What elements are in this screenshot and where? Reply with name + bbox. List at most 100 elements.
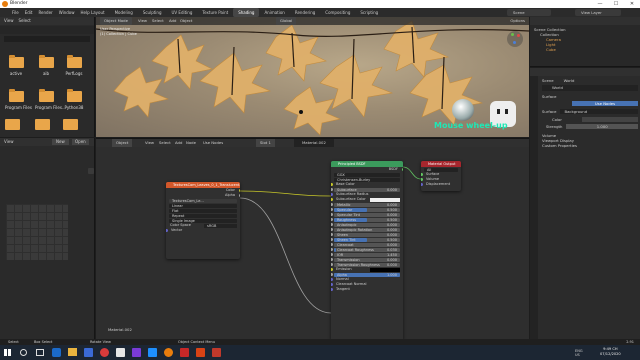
tab-layout[interactable]: Layout bbox=[86, 8, 110, 17]
edge-icon[interactable] bbox=[52, 348, 61, 357]
bsdf-input-socket[interactable] bbox=[331, 213, 333, 216]
props-tabs[interactable] bbox=[530, 76, 538, 340]
bsdf-input-socket[interactable] bbox=[331, 243, 333, 246]
bsdf-value-slider[interactable]: Specular 0.500 bbox=[334, 207, 400, 212]
bsdf-value-slider[interactable]: Sheen Tint 0.500 bbox=[334, 237, 400, 242]
bsdf-input-socket[interactable] bbox=[331, 273, 333, 276]
menu-edit[interactable]: Edit bbox=[25, 8, 33, 17]
panel-custom-properties[interactable]: Custom Properties bbox=[542, 143, 638, 148]
bsdf-value-slider[interactable]: Clearcoat Roughness 0.030 bbox=[334, 247, 400, 252]
bsdf-input-socket[interactable] bbox=[331, 248, 333, 251]
bsdf-input-socket[interactable] bbox=[331, 208, 333, 211]
close-button[interactable]: ✕ bbox=[624, 0, 640, 8]
windows-start-icon[interactable] bbox=[4, 349, 11, 356]
y-axis-icon[interactable] bbox=[511, 33, 514, 36]
fb-view-menu[interactable]: View bbox=[4, 17, 14, 25]
tab-uv-editing[interactable]: UV Editing bbox=[167, 8, 198, 17]
transform-orientation[interactable]: Global bbox=[276, 17, 297, 25]
app-icon[interactable] bbox=[196, 348, 205, 357]
bsdf-value-slider[interactable]: Transmission Roughness 0.000 bbox=[334, 262, 400, 267]
bsdf-input-socket[interactable] bbox=[331, 223, 333, 226]
3d-viewport[interactable]: Object Mode View Select Add Object Globa… bbox=[96, 17, 529, 137]
fb-path-bar[interactable] bbox=[4, 36, 90, 42]
app-icon[interactable] bbox=[116, 348, 125, 357]
language-indicator[interactable]: ENG US bbox=[575, 349, 583, 357]
alpha-output-socket[interactable] bbox=[238, 194, 240, 197]
app-icon[interactable] bbox=[212, 348, 221, 357]
navigation-gizmo[interactable] bbox=[507, 31, 523, 47]
color-swatch[interactable] bbox=[370, 267, 400, 272]
use-nodes-button[interactable]: Use Nodes bbox=[572, 101, 638, 106]
interpolation-select[interactable]: Linear bbox=[169, 203, 237, 208]
app-icon[interactable] bbox=[180, 348, 189, 357]
bsdf-input-socket[interactable] bbox=[331, 263, 333, 266]
color-output-socket[interactable] bbox=[238, 189, 240, 192]
menu-render[interactable]: Render bbox=[38, 8, 52, 17]
app-icon[interactable] bbox=[148, 348, 157, 357]
bsdf-output-socket[interactable] bbox=[401, 168, 403, 171]
material-output-node[interactable]: Material Output All Surface Volume Displ… bbox=[421, 161, 461, 191]
world-datablock[interactable]: World bbox=[542, 85, 638, 91]
folder-item[interactable]: PerfLogs bbox=[63, 55, 85, 81]
bsdf-value-slider[interactable]: Sheen 0.000 bbox=[334, 232, 400, 237]
bsdf-input-socket[interactable] bbox=[331, 238, 333, 241]
image-canvas[interactable] bbox=[6, 204, 68, 260]
bsdf-value-slider[interactable]: Roughness 0.500 bbox=[334, 217, 400, 222]
projection-select[interactable]: Flat bbox=[169, 208, 237, 213]
surface-input-socket[interactable] bbox=[421, 173, 423, 176]
surface-shader-field[interactable]: Background bbox=[560, 109, 638, 114]
sss-method-select[interactable]: Christensen-Burley bbox=[334, 177, 400, 182]
bsdf-input-socket[interactable] bbox=[331, 278, 333, 281]
explorer-icon[interactable] bbox=[68, 348, 77, 356]
search-icon[interactable] bbox=[20, 349, 27, 356]
x-axis-icon[interactable] bbox=[517, 34, 520, 37]
vp-view-menu[interactable]: View bbox=[138, 17, 147, 25]
bsdf-input-socket[interactable] bbox=[331, 253, 333, 256]
ie-new-button[interactable]: New bbox=[52, 139, 69, 145]
strength-field[interactable]: 1.000 bbox=[566, 124, 638, 129]
bsdf-input-socket[interactable] bbox=[331, 193, 333, 196]
tab-scripting[interactable]: Scripting bbox=[355, 8, 383, 17]
bsdf-value-slider[interactable]: Transmission 0.000 bbox=[334, 257, 400, 262]
folder-item[interactable]: active bbox=[5, 55, 27, 81]
menu-file[interactable]: File bbox=[12, 8, 19, 17]
bsdf-value-slider[interactable]: Subsurface 0.000 bbox=[334, 187, 400, 192]
vp-object-menu[interactable]: Object bbox=[180, 17, 192, 25]
displacement-input-socket[interactable] bbox=[421, 183, 423, 186]
chrome-icon[interactable] bbox=[100, 348, 109, 357]
vp-options[interactable]: Options bbox=[510, 17, 525, 25]
folder-item[interactable]: Python38 bbox=[63, 89, 85, 115]
z-axis-icon[interactable] bbox=[513, 41, 516, 44]
bsdf-input-socket[interactable] bbox=[331, 218, 333, 221]
surface-panel-label[interactable]: Surface bbox=[542, 94, 638, 99]
ie-view-menu[interactable]: View bbox=[4, 139, 14, 144]
blender-taskbar-icon[interactable] bbox=[164, 348, 173, 357]
bsdf-input-socket[interactable] bbox=[331, 198, 333, 201]
distribution-select[interactable]: GGX bbox=[334, 172, 400, 177]
tab-animation[interactable]: Animation bbox=[259, 8, 289, 17]
color-swatch[interactable] bbox=[370, 197, 400, 202]
scene-selector[interactable]: Scene bbox=[507, 9, 551, 16]
bsdf-value-slider[interactable]: Anisotropic Rotation 0.000 bbox=[334, 227, 400, 232]
node-editor[interactable]: Object View Select Add Node Use Nodes Sl… bbox=[96, 138, 529, 341]
vp-select-menu[interactable]: Select bbox=[152, 17, 164, 25]
bsdf-value-slider[interactable]: Anisotropic 0.000 bbox=[334, 222, 400, 227]
tab-texture-paint[interactable]: Texture Paint bbox=[197, 8, 233, 17]
app-icon[interactable] bbox=[84, 348, 93, 357]
bsdf-input-socket[interactable] bbox=[331, 288, 333, 291]
vector-input-socket[interactable] bbox=[166, 229, 168, 232]
clock[interactable]: 9:49 CH 07/12/2020 bbox=[600, 347, 621, 357]
tab-rendering[interactable]: Rendering bbox=[290, 8, 320, 17]
folder-item[interactable]: aib bbox=[35, 55, 57, 81]
color-swatch[interactable] bbox=[581, 117, 638, 122]
bsdf-value-slider[interactable]: Specular Tint 0.000 bbox=[334, 212, 400, 217]
vp-add-menu[interactable]: Add bbox=[169, 17, 176, 25]
bsdf-input-socket[interactable] bbox=[331, 233, 333, 236]
folder-item[interactable]: Program Files... bbox=[35, 89, 66, 115]
bsdf-input-socket[interactable] bbox=[331, 228, 333, 231]
bsdf-value-slider[interactable]: Metallic 0.000 bbox=[334, 202, 400, 207]
task-view-icon[interactable] bbox=[36, 349, 44, 356]
hand-icon[interactable] bbox=[88, 168, 94, 174]
mode-selector[interactable]: Object Mode bbox=[100, 17, 132, 25]
fb-toolbar[interactable] bbox=[0, 26, 94, 34]
